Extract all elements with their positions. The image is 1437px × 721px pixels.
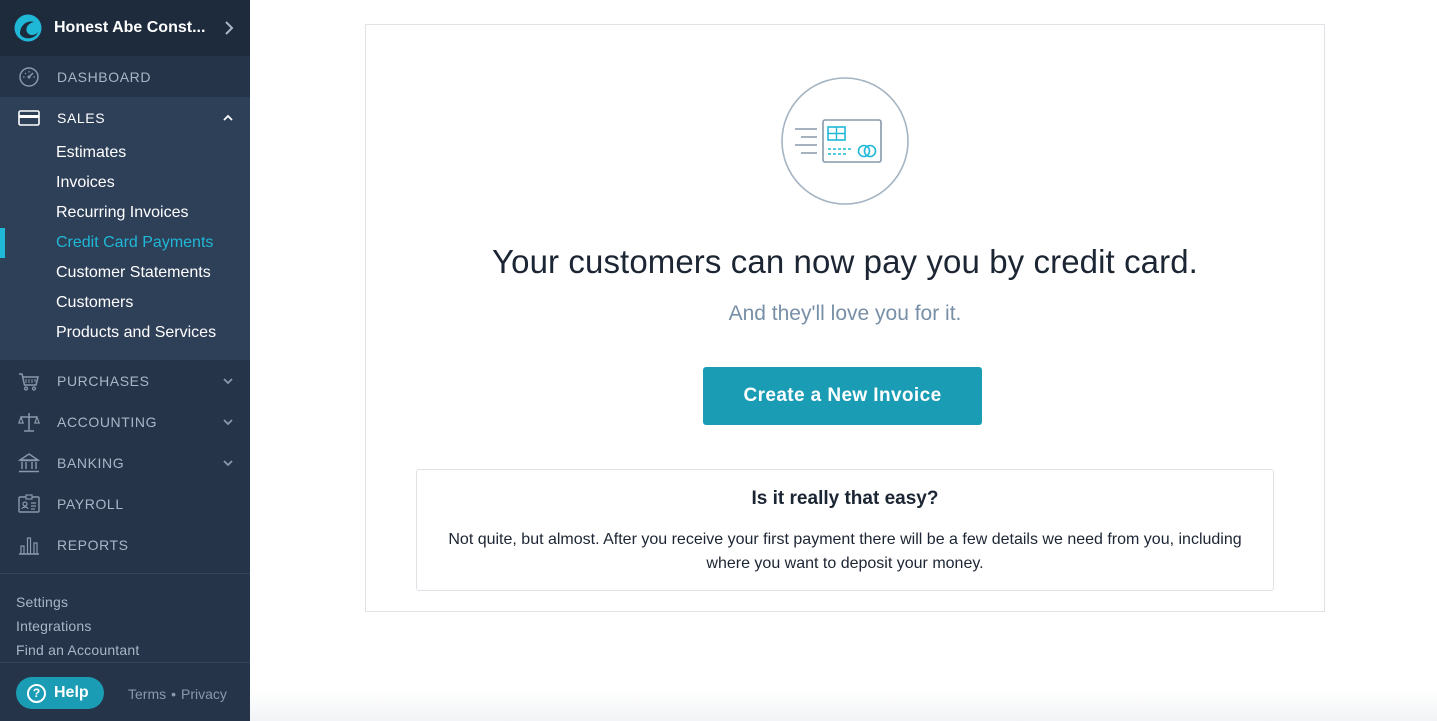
nav-purchases-label: PURCHASES (57, 372, 150, 389)
nav-payroll-label: PAYROLL (57, 495, 124, 512)
help-label: Help (54, 684, 89, 701)
nav-reports-label: REPORTS (57, 536, 129, 553)
credit-card-payments-card: Your customers can now pay you by credit… (365, 24, 1325, 612)
nav-payroll[interactable]: PAYROLL (0, 483, 250, 524)
business-name: Honest Abe Const... (54, 19, 206, 36)
nav-purchases[interactable]: PURCHASES (0, 360, 250, 401)
nav-banking-label: BANKING (57, 454, 125, 471)
sales-submenu: Estimates Invoices Recurring Invoices Cr… (0, 138, 250, 360)
nav-accounting-label: ACCOUNTING (57, 413, 158, 430)
nav-dashboard[interactable]: DASHBOARD (0, 56, 250, 97)
find-accountant-link[interactable]: Find an Accountant (16, 638, 139, 662)
sidebar: Honest Abe Const... DASHBOARD SALES Esti… (0, 0, 250, 721)
bank-icon (18, 452, 40, 472)
create-new-invoice-button[interactable]: Create a New Invoice (703, 367, 982, 425)
id-badge-icon (18, 493, 40, 513)
sidebar-item-customers[interactable]: Customers (0, 288, 250, 318)
nav-accounting[interactable]: ACCOUNTING (0, 401, 250, 442)
credit-card-icon (18, 109, 40, 126)
help-button[interactable]: ? Help (16, 677, 104, 709)
info-body: Not quite, but almost. After you receive… (448, 531, 1242, 572)
cart-icon (19, 372, 39, 391)
chevron-down-icon (223, 460, 233, 467)
sidebar-item-customer-statements[interactable]: Customer Statements (0, 258, 250, 288)
sidebar-item-estimates[interactable]: Estimates (0, 138, 250, 168)
privacy-link[interactable]: Privacy (181, 686, 227, 702)
info-box: Is it really that easy? Not quite, but a… (416, 469, 1274, 591)
bar-chart-icon (19, 536, 39, 555)
legal-separator: • (171, 686, 177, 702)
chevron-down-icon (223, 419, 233, 426)
chevron-down-icon (223, 378, 233, 385)
nav-dashboard-label: DASHBOARD (57, 68, 152, 85)
nav-banking[interactable]: BANKING (0, 442, 250, 483)
chevron-right-icon (225, 21, 234, 35)
sidebar-item-credit-card-payments[interactable]: Credit Card Payments (0, 228, 250, 258)
settings-link[interactable]: Settings (16, 590, 139, 614)
business-switcher[interactable]: Honest Abe Const... (0, 0, 250, 56)
page-headline: Your customers can now pay you by credit… (492, 243, 1198, 280)
sidebar-footer-links: Settings Integrations Find an Accountant (16, 590, 139, 662)
credit-card-illustration-icon (781, 77, 909, 205)
sidebar-divider (0, 662, 250, 663)
page-subheadline: And they'll love you for it. (728, 302, 962, 325)
terms-link[interactable]: Terms (128, 686, 166, 702)
chevron-up-icon (223, 114, 233, 121)
legal-links: Terms • Privacy (128, 686, 227, 702)
sidebar-item-invoices[interactable]: Invoices (0, 168, 250, 198)
question-mark-icon: ? (27, 683, 46, 703)
wave-logo-icon (14, 14, 42, 42)
nav-sales-label: SALES (57, 109, 106, 126)
sidebar-item-recurring-invoices[interactable]: Recurring Invoices (0, 198, 250, 228)
scales-icon (18, 412, 40, 432)
nav-reports[interactable]: REPORTS (0, 524, 250, 565)
gauge-icon (19, 66, 39, 87)
info-title: Is it really that easy? (751, 488, 939, 509)
sidebar-divider (0, 573, 250, 574)
bottom-fade (250, 690, 1437, 721)
nav-sales[interactable]: SALES (0, 97, 250, 138)
integrations-link[interactable]: Integrations (16, 614, 139, 638)
sidebar-item-products-and-services[interactable]: Products and Services (0, 318, 250, 348)
